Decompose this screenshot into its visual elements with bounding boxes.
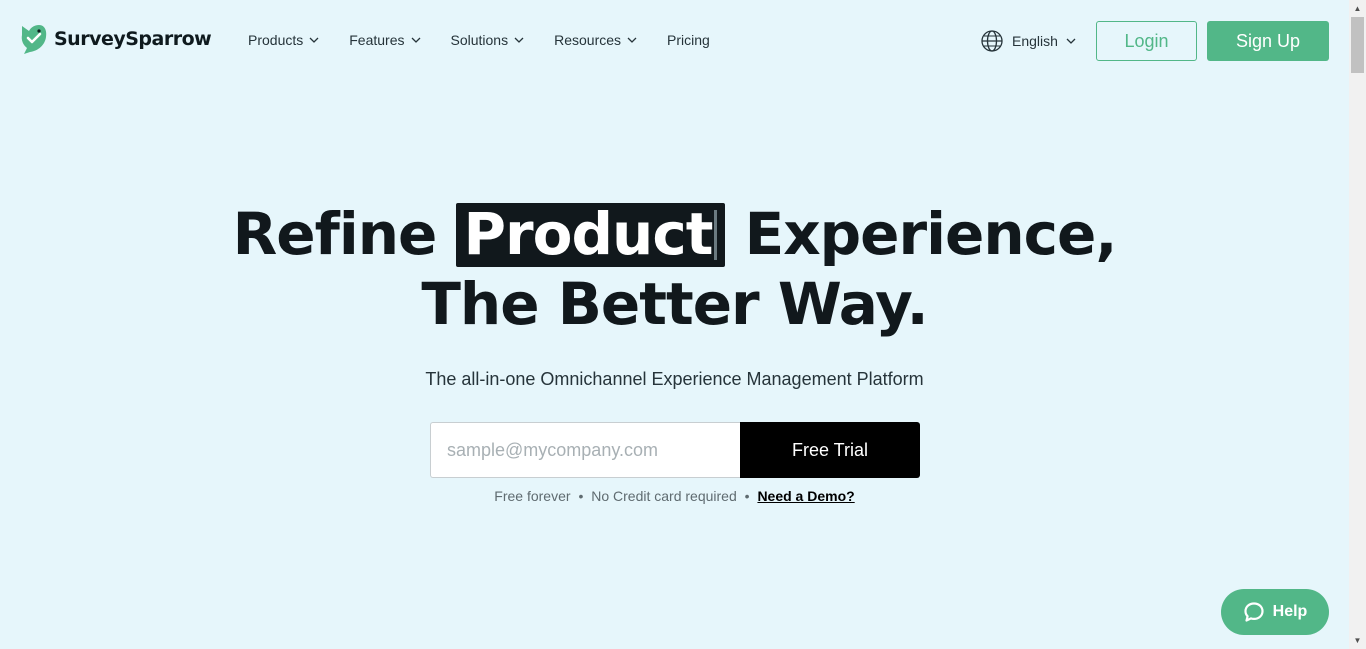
nav-item-features[interactable]: Features [349,31,420,49]
sparrow-logo-icon [21,25,47,54]
login-button[interactable]: Login [1096,21,1197,61]
headline-highlight-text: Product [463,200,714,268]
separator-dot: • [744,488,750,504]
globe-icon [981,30,1003,52]
nav-item-label: Pricing [667,32,710,48]
fine-print: Free forever • No Credit card required •… [0,488,1349,504]
chevron-down-icon [309,37,319,43]
nav-item-label: Features [349,32,405,48]
chevron-down-icon [411,37,420,43]
headline-highlight: Product [455,200,726,268]
main-nav: Products Features Solutions Resources Pr… [248,31,740,49]
logo-text: SurveySparrow [54,28,212,50]
logo[interactable]: SurveySparrow [19,23,212,55]
headline-suffix: Experience, [725,200,1118,268]
separator-dot: • [578,488,584,504]
headline-prefix: Refine [232,200,456,268]
hero-headline-line2: The Better Way. [421,270,928,338]
fine-print-free-forever: Free forever [494,488,571,504]
chevron-down-icon [1066,38,1076,44]
typing-caret [714,210,718,260]
need-a-demo-link[interactable]: Need a Demo? [757,488,854,504]
vertical-scrollbar[interactable]: ▲ ▼ [1349,0,1366,649]
nav-item-pricing[interactable]: Pricing [667,31,710,49]
hero-subtitle: The all-in-one Omnichannel Experience Ma… [425,369,924,389]
free-trial-button[interactable]: Free Trial [740,422,920,478]
chevron-down-icon [514,37,524,43]
site-header: SurveySparrow Products Features Solution… [0,0,1349,80]
language-selector[interactable]: English [980,29,1076,53]
email-input[interactable] [430,422,740,478]
language-label: English [1012,33,1058,49]
nav-item-label: Resources [554,32,622,48]
scroll-up-arrow-icon[interactable]: ▲ [1349,0,1366,17]
scrollbar-thumb[interactable] [1351,17,1364,73]
chevron-down-icon [627,37,637,43]
chat-bubble-icon [1244,602,1264,622]
nav-item-resources[interactable]: Resources [554,31,637,49]
hero-headline-line1: Refine Product Experience, [0,203,1349,267]
signup-button[interactable]: Sign Up [1207,21,1329,61]
fine-print-no-credit-card: No Credit card required [591,488,737,504]
free-trial-form: Free Trial [430,422,920,478]
scroll-down-arrow-icon[interactable]: ▼ [1349,632,1366,649]
nav-item-solutions[interactable]: Solutions [451,31,525,49]
help-label: Help [1272,603,1308,620]
nav-item-label: Products [248,32,304,48]
help-button[interactable]: Help [1221,589,1329,635]
nav-item-label: Solutions [450,32,509,48]
nav-item-products[interactable]: Products [248,31,319,49]
